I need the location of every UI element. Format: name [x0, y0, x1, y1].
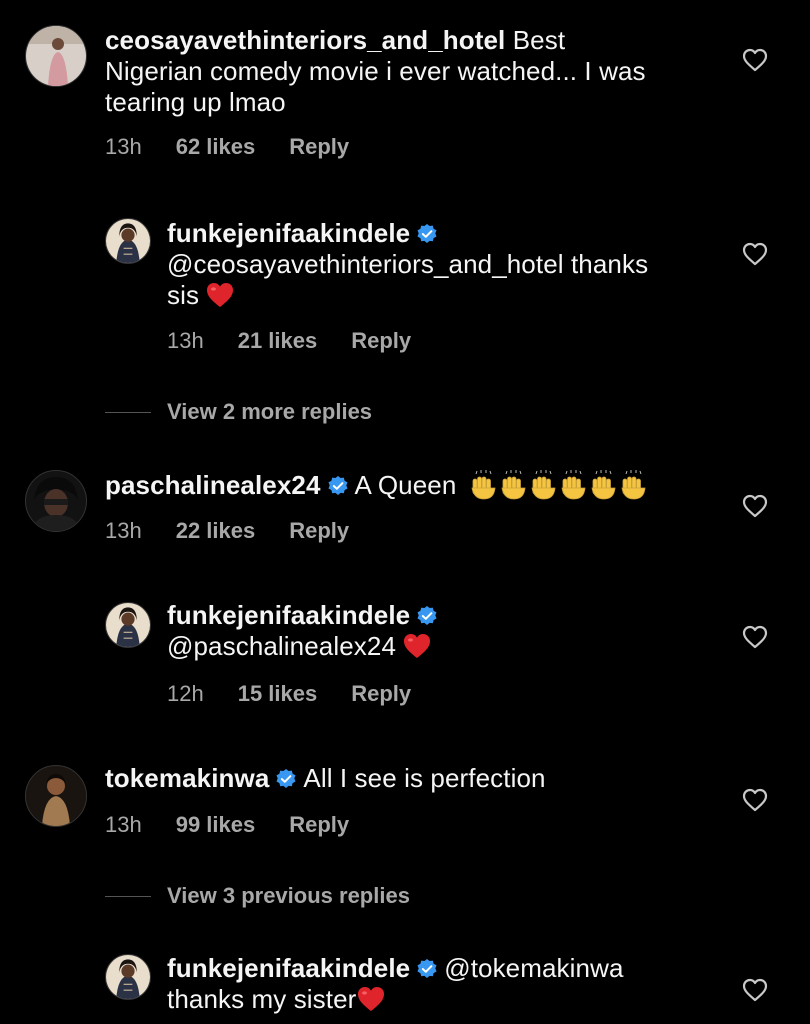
- raising-hands-emoji: [560, 470, 588, 500]
- comment-body-line1: Best: [512, 25, 566, 55]
- comment-meta: 13h 21 likes Reply: [167, 328, 411, 354]
- avatar-image: [106, 955, 150, 999]
- comment-body-line2: sis: [167, 280, 200, 310]
- avatar-image: [26, 766, 86, 826]
- verified-badge-icon: [416, 223, 438, 245]
- red-heart-emoji: [205, 281, 235, 309]
- avatar[interactable]: [105, 218, 151, 264]
- verified-badge-icon: [275, 768, 297, 790]
- comment-meta: 13h 22 likes Reply: [105, 518, 349, 544]
- reply-button[interactable]: Reply: [351, 681, 411, 707]
- heart-outline-icon[interactable]: [742, 788, 768, 812]
- verified-badge-icon: [416, 958, 438, 980]
- raising-hands-emoji: [590, 470, 618, 500]
- avatar[interactable]: [105, 954, 151, 1000]
- comment-body-line2: Nigerian comedy movie i ever watched... …: [105, 56, 646, 86]
- avatar[interactable]: [25, 765, 87, 827]
- comment-body-line2: thanks my sister: [167, 984, 357, 1014]
- comment-meta: 13h 62 likes Reply: [105, 134, 349, 160]
- heart-outline-icon[interactable]: [742, 242, 768, 266]
- avatar-image: [106, 219, 150, 263]
- verified-badge-icon: [327, 475, 349, 497]
- username[interactable]: funkejenifaakindele: [167, 218, 410, 248]
- comment-text: paschalinealex24 A Queen: [105, 470, 725, 501]
- comment-meta: 13h 99 likes Reply: [105, 812, 349, 838]
- comment-body: A Queen: [354, 470, 457, 500]
- timestamp: 13h: [105, 518, 142, 543]
- mention-link[interactable]: @tokemakinwa: [444, 953, 623, 983]
- timestamp: 13h: [105, 812, 142, 837]
- mention-link[interactable]: @ceosayavethinteriors_and_hotel: [167, 249, 564, 279]
- divider: [105, 895, 151, 897]
- view-more-replies-button[interactable]: View 2 more replies: [105, 399, 372, 425]
- heart-outline-icon[interactable]: [742, 978, 768, 1002]
- divider: [105, 411, 151, 413]
- comment-body: All I see is perfection: [303, 763, 546, 793]
- comment-body-line3: tearing up lmao: [105, 87, 286, 117]
- comment-text: funkejenifaakindele @paschalinealex24: [167, 600, 707, 662]
- reply-button[interactable]: Reply: [289, 134, 349, 160]
- red-heart-emoji: [356, 985, 386, 1013]
- heart-outline-icon[interactable]: [742, 625, 768, 649]
- likes-count[interactable]: 99 likes: [176, 812, 256, 838]
- likes-count[interactable]: 21 likes: [238, 328, 318, 354]
- reply-button[interactable]: Reply: [289, 812, 349, 838]
- likes-count[interactable]: 15 likes: [238, 681, 318, 707]
- heart-outline-icon[interactable]: [742, 494, 768, 518]
- raising-hands-emoji: [500, 470, 528, 500]
- username[interactable]: ceosayavethinteriors_and_hotel: [105, 25, 505, 55]
- view-more-label: View 3 previous replies: [167, 883, 410, 908]
- timestamp: 12h: [167, 681, 204, 706]
- comment-text: funkejenifaakindele @ceosayavethinterior…: [167, 218, 707, 311]
- view-more-label: View 2 more replies: [167, 399, 373, 424]
- view-previous-replies-button[interactable]: View 3 previous replies: [105, 883, 410, 909]
- comment-body: thanks: [570, 249, 649, 279]
- username[interactable]: paschalinealex24: [105, 470, 321, 500]
- avatar-image: [106, 603, 150, 647]
- avatar[interactable]: [105, 602, 151, 648]
- username[interactable]: funkejenifaakindele: [167, 600, 410, 630]
- raising-hands-emoji: [620, 470, 648, 500]
- reply-button[interactable]: Reply: [289, 518, 349, 544]
- red-heart-emoji: [402, 632, 432, 660]
- likes-count[interactable]: 22 likes: [176, 518, 256, 544]
- comment-text: tokemakinwa All I see is perfection: [105, 763, 725, 794]
- verified-badge-icon: [416, 605, 438, 627]
- avatar[interactable]: [25, 25, 87, 87]
- avatar-image: [26, 471, 86, 531]
- heart-outline-icon[interactable]: [742, 48, 768, 72]
- clap-emojis: [470, 470, 650, 500]
- reply-button[interactable]: Reply: [351, 328, 411, 354]
- comment-text: ceosayavethinteriors_and_hotel Best Nige…: [105, 25, 725, 118]
- avatar[interactable]: [25, 470, 87, 532]
- raising-hands-emoji: [530, 470, 558, 500]
- username[interactable]: tokemakinwa: [105, 763, 269, 793]
- comment-text: funkejenifaakindele @tokemakinwa thanks m…: [167, 953, 707, 1015]
- comment-meta: 12h 15 likes Reply: [167, 681, 411, 707]
- mention-link[interactable]: @paschalinealex24: [167, 631, 396, 661]
- timestamp: 13h: [105, 134, 142, 159]
- timestamp: 13h: [167, 328, 204, 353]
- likes-count[interactable]: 62 likes: [176, 134, 256, 160]
- username[interactable]: funkejenifaakindele: [167, 953, 410, 983]
- raising-hands-emoji: [470, 470, 498, 500]
- avatar-image: [26, 26, 86, 86]
